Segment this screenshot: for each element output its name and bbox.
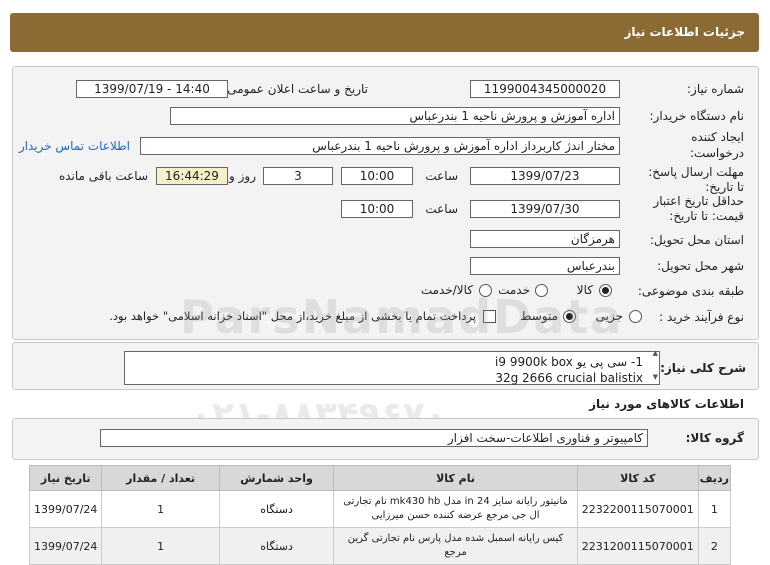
cell-item-code: 2231200115070001 <box>576 527 699 565</box>
cell-unit: دستگاه <box>218 490 335 528</box>
creator-label-2: درخواست: <box>690 146 744 160</box>
page-title: جزئیات اطلاعات نیاز <box>624 25 745 39</box>
cell-quantity: 1 <box>101 527 220 565</box>
need-number-field: 1199004345000020 <box>470 80 620 98</box>
reply-time-field: 10:00 <box>341 167 413 185</box>
table-row: 2 2231200115070001 کیس رایانه اسمبل شده … <box>28 527 732 565</box>
province-label: استان محل تحویل: <box>649 233 744 247</box>
header-quantity: تعداد / مقدار <box>101 465 220 491</box>
header-row-number: ردیف <box>697 465 732 491</box>
creator-field: مختار اندژ کاربرداز اداره آموزش و پرورش … <box>140 137 620 155</box>
city-field: بندرعباس <box>470 257 620 275</box>
contact-info-link[interactable]: اطلاعات تماس خریدار <box>19 139 130 153</box>
header-unit: واحد شمارش <box>218 465 335 491</box>
buyer-label: نام دستگاه خریدار: <box>649 109 745 123</box>
goods-group-label: گروه کالا: <box>685 431 744 445</box>
validity-label-1: حداقل تاریخ اعتبار <box>653 194 744 208</box>
cell-row-number: 1 <box>697 490 732 528</box>
goods-section-title: اطلاعات کالاهای مورد نیاز <box>589 397 744 411</box>
process-label: نوع فرآیند خرید : <box>659 310 744 324</box>
description-line-1: 1- سی پی یو i9 9900k box <box>495 355 643 369</box>
table-row: 1 2232200115070001 مانیتور رایانه سایز 2… <box>28 490 732 528</box>
cell-item-name: کیس رایانه اسمبل شده مدل پارس نام تجارتی… <box>333 527 578 565</box>
description-label: شرح کلی نیاز: <box>660 361 746 375</box>
cell-row-number: 2 <box>697 527 732 565</box>
reply-date-field: 1399/07/23 <box>470 167 620 185</box>
days-remaining-field: 3 <box>263 167 333 185</box>
cell-need-date: 1399/07/24 <box>28 527 103 565</box>
category-label: طبقه بندی موضوعی: <box>637 284 744 298</box>
creator-label-1: ایجاد کننده <box>691 130 744 144</box>
header-need-date: تاریخ نیاز <box>28 465 103 491</box>
buyer-field: اداره آموزش و پرورش ناحیه 1 بندرعباس <box>170 107 620 125</box>
announce-date-field: 1399/07/19 - 14:40 <box>76 80 228 98</box>
announce-date-label: تاریخ و ساعت اعلان عمومی: <box>223 82 368 96</box>
goods-table: ردیف کد کالا نام کالا واحد شمارش تعداد /… <box>28 465 732 565</box>
header-item-name: نام کالا <box>333 465 578 491</box>
watermark-text: ParsNamadData <box>180 290 624 344</box>
city-label: شهر محل تحویل: <box>657 259 744 273</box>
cell-unit: دستگاه <box>218 527 335 565</box>
description-panel: شرح کلی نیاز: 1- سی پی یو i9 9900k box 3… <box>12 342 759 390</box>
cell-item-name: مانیتور رایانه سایز 24 in مدل mk430 hb ن… <box>333 490 578 528</box>
goods-group-field: کامپیوتر و فناوری اطلاعات-سخت افزار <box>100 429 648 447</box>
header-item-code: کد کالا <box>576 465 699 491</box>
process-minor-radio[interactable] <box>629 310 642 323</box>
cell-need-date: 1399/07/24 <box>28 490 103 528</box>
validity-date-field: 1399/07/30 <box>470 200 620 218</box>
validity-time-label: ساعت <box>425 202 458 216</box>
validity-time-field: 10:00 <box>341 200 413 218</box>
reply-deadline-label-2: تا تاریخ: <box>705 180 744 194</box>
province-field: هرمزگان <box>470 230 620 248</box>
cell-quantity: 1 <box>101 490 220 528</box>
need-number-label: شماره نیاز: <box>687 82 744 96</box>
description-line-2: 32g 2666 crucial balistix <box>495 371 643 385</box>
goods-group-panel: گروه کالا: کامپیوتر و فناوری اطلاعات-سخت… <box>12 418 759 460</box>
description-box: 1- سی پی یو i9 9900k box 32g 2666 crucia… <box>124 351 660 385</box>
scroll-up-icon[interactable]: ▲ <box>653 349 658 357</box>
page-header: جزئیات اطلاعات نیاز <box>10 13 759 52</box>
validity-label-2: قیمت: تا تاریخ: <box>669 209 744 223</box>
reply-deadline-label-1: مهلت ارسال پاسخ: <box>648 165 744 179</box>
days-label: روز و <box>229 169 256 183</box>
scroll-down-icon[interactable]: ▼ <box>653 373 658 381</box>
time-remaining-label: ساعت باقی مانده <box>58 169 148 183</box>
cell-item-code: 2232200115070001 <box>576 490 699 528</box>
time-remaining-field: 16:44:29 <box>156 167 228 185</box>
reply-time-label: ساعت <box>425 169 458 183</box>
